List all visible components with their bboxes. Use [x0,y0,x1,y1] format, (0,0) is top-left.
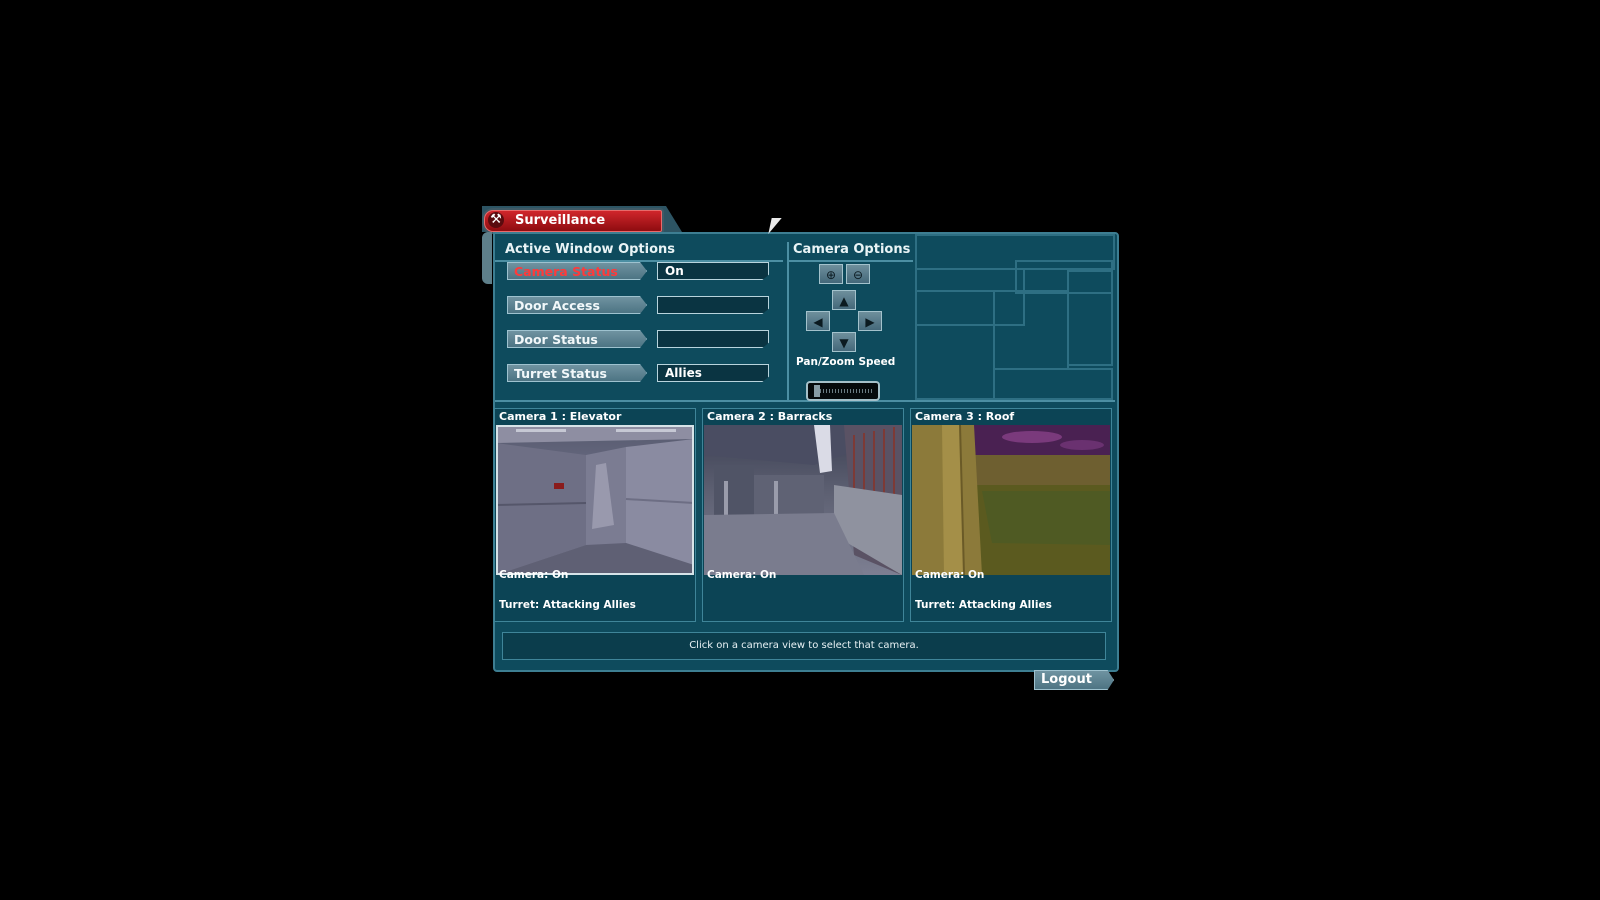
camera-panel-barracks: Camera 2 : Barracks Camera: On [702,408,904,622]
elevator-scene [496,425,694,575]
status-message: Click on a camera view to select that ca… [502,632,1106,660]
decor-panel [915,290,995,400]
door-status-label: Door Status [514,332,598,347]
roof-scene [912,425,1110,575]
options-divider [787,242,789,400]
zoom-out-button[interactable]: ⊖ [846,264,870,284]
pan-zoom-speed-label: Pan/Zoom Speed [796,356,896,368]
pan-zoom-speed-slider[interactable] [806,381,880,401]
pan-down-button[interactable]: ▼ [832,332,856,352]
arrow-down-icon: ▼ [839,336,849,350]
camera-panel-elevator: Camera 1 : Elevator Camera: On Turret: A… [494,408,696,622]
turret-status-text: Turret: Attacking Allies [915,599,1052,611]
camera-panel-roof: Camera 3 : Roof Camera: On Turret: Attac… [910,408,1112,622]
zoom-out-icon: ⊖ [852,268,864,282]
logout-button[interactable]: Logout [1034,670,1114,690]
decor-panel [993,368,1113,400]
decor-panel [1067,270,1113,366]
camera-view-barracks[interactable] [704,425,902,575]
slider-thumb[interactable] [813,385,820,397]
turret-status-label: Turret Status [514,366,607,381]
door-access-label: Door Access [514,298,600,313]
camera-options-divider [789,260,913,262]
turret-status-button[interactable]: Turret Status [507,364,647,382]
camera-view-elevator[interactable] [496,425,694,575]
upper-section-divider [495,400,1115,402]
active-window-options-header: Active Window Options [505,242,676,257]
camera-title: Camera 1 : Elevator [499,410,622,423]
barracks-scene [704,425,902,575]
arrow-left-icon: ◀ [813,315,823,329]
camera-status-button[interactable]: Camera Status [507,262,647,280]
camera-status-value: On [657,262,769,280]
zoom-in-icon: ⊕ [825,268,837,282]
decor-panel [993,290,1069,370]
camera-status-text: Camera: On [707,569,777,581]
slider-ticks [820,389,874,393]
zoom-in-button[interactable]: ⊕ [819,264,843,284]
door-status-button[interactable]: Door Status [507,330,647,348]
door-status-value [657,330,769,348]
pan-left-button[interactable]: ◀ [806,311,830,331]
window-title-tab: ⚒ Surveillance [484,210,662,232]
camera-status-label: Camera Status [514,264,618,279]
camera-status-text: Camera: On [915,569,985,581]
side-rail [482,232,492,284]
door-access-value [657,296,769,314]
arrow-right-icon: ▶ [865,315,875,329]
door-access-button[interactable]: Door Access [507,296,647,314]
arrow-up-icon: ▲ [839,294,849,308]
surveillance-icon: ⚒ [488,212,504,228]
pan-right-button[interactable]: ▶ [858,311,882,331]
turret-status-value: Allies [657,364,769,382]
camera-options-header: Camera Options [793,242,911,257]
camera-title: Camera 2 : Barracks [707,410,833,423]
game-screen: ⚒ Surveillance Active Window Options Cam… [0,0,1600,900]
header-divider [495,260,783,262]
camera-title: Camera 3 : Roof [915,410,1015,423]
pan-up-button[interactable]: ▲ [832,290,856,310]
camera-view-roof[interactable] [912,425,1110,575]
turret-status-text: Turret: Attacking Allies [499,599,636,611]
camera-status-text: Camera: On [499,569,569,581]
window-title: Surveillance [515,213,606,228]
